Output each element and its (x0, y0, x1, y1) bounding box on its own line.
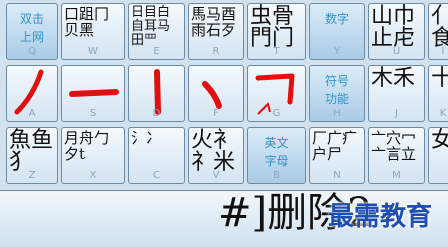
key-label: 女 (431, 130, 448, 152)
key-caption: B (273, 170, 280, 181)
key-label: 十 (431, 68, 448, 90)
key-caption: I (441, 46, 445, 57)
key-i[interactable]: 亻 食I (428, 3, 448, 60)
key-label: 氵冫 (131, 129, 162, 147)
key-b[interactable]: 英文 字母 B (247, 127, 306, 184)
key-caption: Z (28, 170, 36, 181)
key-h[interactable]: 符号 功能 H (309, 65, 365, 122)
key-caption: N (333, 170, 341, 181)
key-caption: G (272, 108, 281, 119)
key-g[interactable]: G (247, 65, 306, 122)
key-label: 符号 功能 (324, 74, 349, 106)
key-caption: M (392, 170, 401, 181)
key-label: 亠穴冖 亠言立 (371, 129, 417, 163)
key-caption: E (153, 46, 160, 57)
key-label: 魚鱼 犭 (9, 128, 54, 175)
key-z[interactable]: 魚鱼 犭Z (6, 127, 58, 184)
key-caption: V (212, 170, 220, 181)
key-label: 厂广疒 户尸 (312, 129, 358, 163)
key-t[interactable]: 虫骨 門门 T (247, 3, 306, 60)
key-n[interactable]: 厂广疒 户尸 N (309, 127, 365, 184)
key-v[interactable]: 火衤 礻米 V (188, 127, 244, 184)
key-caption: Y (333, 46, 341, 57)
key-m[interactable]: 亠穴冖 亠言立 M (368, 127, 425, 184)
key-f[interactable]: F (188, 65, 244, 122)
key-label: 口跙冂 贝黑 (64, 5, 110, 39)
key-caption: U (392, 46, 401, 57)
key-label: 月舟勹 夕t (64, 129, 110, 163)
key-caption: R (212, 46, 220, 57)
key-caption: Q (28, 46, 36, 57)
key-label: 日目白 自耳马 田罒 (131, 5, 171, 48)
key-caption: X (89, 170, 97, 181)
key-caption: D (152, 108, 161, 119)
key-caption: J (395, 108, 398, 119)
key-caption: S (89, 108, 97, 119)
key-c[interactable]: 氵冫 C (128, 127, 185, 184)
stroke-input-keyboard: 双击 上网 Q 口跙冂 贝黑 W 日目白 自耳马 田罒 E 馬马酉 雨石歹 R 虫骨 門门 T 数字… (0, 0, 448, 247)
key-label: 火衤 礻米 (191, 128, 236, 175)
key-label: 亻 食 (431, 6, 448, 50)
key-caption: K (439, 108, 447, 119)
key-j[interactable]: 木禾 J (368, 65, 425, 122)
key-label: 双击 上网 (19, 12, 44, 44)
key-u[interactable]: 山巾 止虍 U (368, 3, 425, 60)
key-caption: W (88, 46, 98, 57)
key-s[interactable]: S (61, 65, 125, 122)
key-label: 木禾 (371, 66, 416, 91)
key-label: 数字 (324, 12, 349, 26)
key-x[interactable]: 月舟勹 夕t X (61, 127, 125, 184)
key-w[interactable]: 口跙冂 贝黑 W (61, 3, 125, 60)
key-a[interactable]: A (6, 65, 58, 122)
watermark-logo-text: 最需教育 (328, 202, 433, 232)
key-caption: A (28, 108, 36, 119)
key-q[interactable]: 双击 上网 Q (6, 3, 58, 60)
key-label: 虫骨 門门 (250, 4, 295, 51)
key-label: 英文 字母 (264, 136, 289, 168)
key-caption: H (333, 108, 341, 119)
key-extra-7[interactable]: 女 (428, 127, 448, 184)
key-r[interactable]: 馬马酉 雨石歹 R (188, 3, 244, 60)
key-label: 山巾 止虍 (371, 4, 416, 51)
key-caption: T (273, 46, 280, 57)
key-e[interactable]: 日目白 自耳马 田罒 E (128, 3, 185, 60)
key-caption: C (153, 170, 160, 181)
key-d[interactable]: D (128, 65, 185, 122)
key-k[interactable]: 十K (428, 65, 448, 122)
key-y[interactable]: 数字 Y (309, 3, 365, 60)
key-label: 馬马酉 雨石歹 (191, 5, 237, 39)
key-caption: F (213, 108, 219, 119)
